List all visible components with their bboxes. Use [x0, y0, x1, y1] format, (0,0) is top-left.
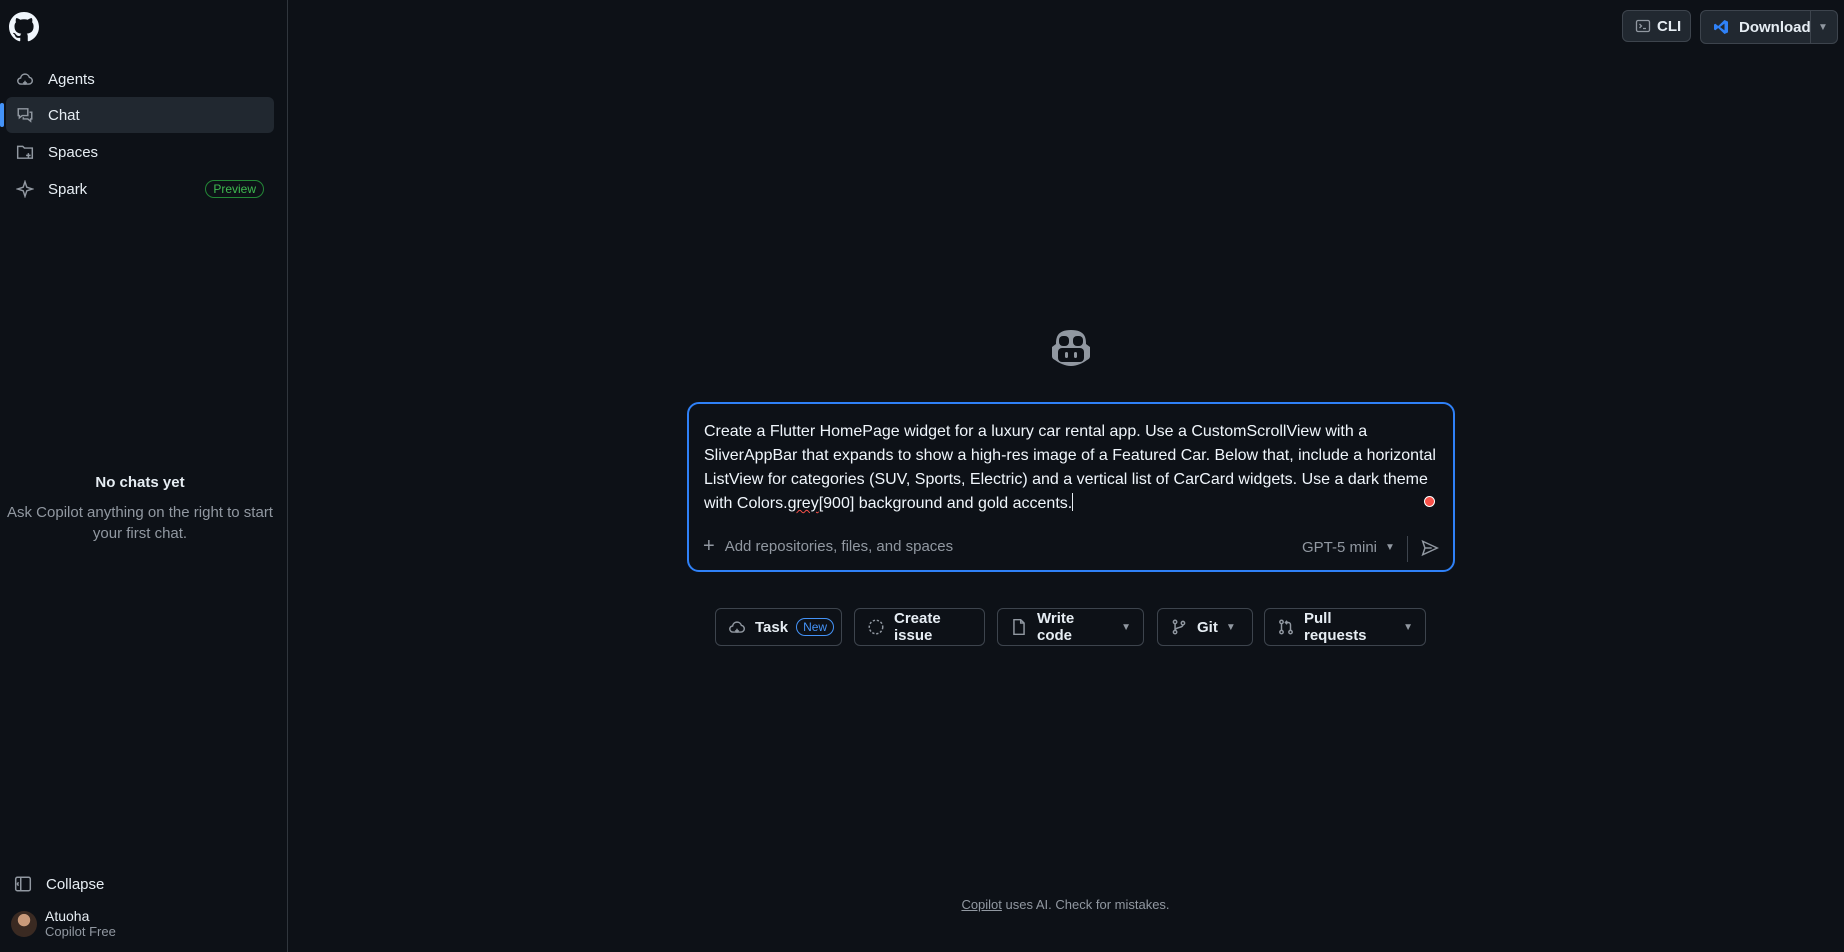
pull-request-icon — [1277, 618, 1295, 636]
send-button[interactable] — [1421, 539, 1440, 557]
sidebar-item-label: Agents — [48, 70, 95, 88]
sidebar-item-spaces[interactable]: Spaces — [6, 134, 274, 170]
text-cursor — [1072, 493, 1074, 511]
pull-requests-button[interactable]: Pull requests ▼ — [1264, 608, 1426, 646]
download-dropdown-button[interactable]: ▼ — [1811, 11, 1835, 43]
chevron-down-icon: ▼ — [1225, 621, 1236, 633]
user-menu[interactable]: Atuoha Copilot Free — [11, 908, 116, 940]
github-logo-icon[interactable] — [9, 12, 39, 42]
plus-icon: + — [703, 535, 715, 557]
sidebar-item-label: Spaces — [48, 143, 99, 161]
chat-icon — [16, 106, 34, 124]
preview-badge: Preview — [205, 180, 264, 198]
sidebar: Agents Chat Spaces Spark Preview No chat… — [0, 0, 288, 952]
create-issue-label: Create issue — [894, 610, 941, 644]
cloud-icon — [728, 618, 746, 636]
sidebar-collapse-icon — [14, 875, 32, 893]
task-label: Task — [755, 618, 789, 636]
misspelled-word: grey — [787, 495, 819, 512]
footer-text: uses AI. Check for mistakes. — [1005, 897, 1170, 912]
vscode-icon — [1713, 19, 1729, 35]
chevron-down-icon: ▼ — [1818, 21, 1828, 33]
empty-state-title: No chats yet — [95, 474, 185, 491]
prompt-text-part: [900] background and gold accents. — [818, 495, 1073, 512]
sidebar-item-spark[interactable]: Spark Preview — [6, 171, 274, 207]
cloud-icon — [16, 70, 34, 88]
sidebar-item-label: Spark — [48, 180, 88, 198]
send-icon — [1421, 539, 1440, 557]
chevron-down-icon: ▼ — [1121, 621, 1131, 633]
sidebar-item-agents[interactable]: Agents — [6, 61, 274, 97]
create-issue-button[interactable]: Create issue — [854, 608, 985, 646]
user-plan: Copilot Free — [45, 924, 116, 939]
footer-disclaimer: Copilot uses AI. Check for mistakes. — [0, 897, 1844, 912]
chevron-down-icon: ▼ — [1403, 621, 1413, 633]
download-label: Download — [1739, 18, 1811, 36]
collapse-label: Collapse — [46, 875, 105, 893]
write-code-button[interactable]: Write code ▼ — [997, 608, 1144, 646]
divider — [1407, 536, 1408, 562]
model-select[interactable]: GPT-5 mini ▼ — [1302, 539, 1395, 556]
collapse-button[interactable]: Collapse — [12, 875, 104, 893]
new-badge: New — [796, 618, 835, 636]
spaces-icon — [16, 143, 34, 161]
issue-circle-icon — [867, 618, 885, 636]
chevron-down-icon: ▼ — [1385, 542, 1395, 553]
sidebar-item-chat[interactable]: Chat — [0, 97, 274, 133]
git-branch-icon — [1170, 618, 1188, 636]
task-button[interactable]: Task New — [715, 608, 842, 646]
chat-composer[interactable]: Create a Flutter HomePage widget for a l… — [687, 402, 1455, 572]
sidebar-item-label: Chat — [48, 106, 80, 124]
download-button[interactable]: Download — [1701, 11, 1811, 43]
recording-indicator-icon — [1424, 496, 1435, 507]
git-button[interactable]: Git ▼ — [1157, 608, 1253, 646]
model-label: GPT-5 mini — [1302, 539, 1378, 556]
cli-button[interactable]: CLI — [1622, 10, 1691, 42]
empty-state-description: Ask Copilot anything on the right to sta… — [7, 504, 273, 542]
pull-requests-label: Pull requests — [1304, 610, 1367, 644]
add-context-button[interactable]: + Add repositories, files, and spaces — [703, 535, 954, 557]
spark-icon — [16, 180, 34, 198]
copilot-link[interactable]: Copilot — [961, 897, 1001, 912]
file-icon — [1010, 618, 1028, 636]
write-code-label: Write code — [1037, 610, 1075, 644]
add-context-label: Add repositories, files, and spaces — [724, 538, 954, 555]
git-label: Git — [1197, 618, 1218, 636]
prompt-input[interactable]: Create a Flutter HomePage widget for a l… — [704, 420, 1444, 516]
avatar — [11, 911, 37, 937]
terminal-icon — [1635, 18, 1651, 34]
cli-label: CLI — [1657, 17, 1682, 35]
copilot-logo-icon — [1045, 326, 1097, 370]
download-button-group: Download ▼ — [1700, 10, 1838, 44]
